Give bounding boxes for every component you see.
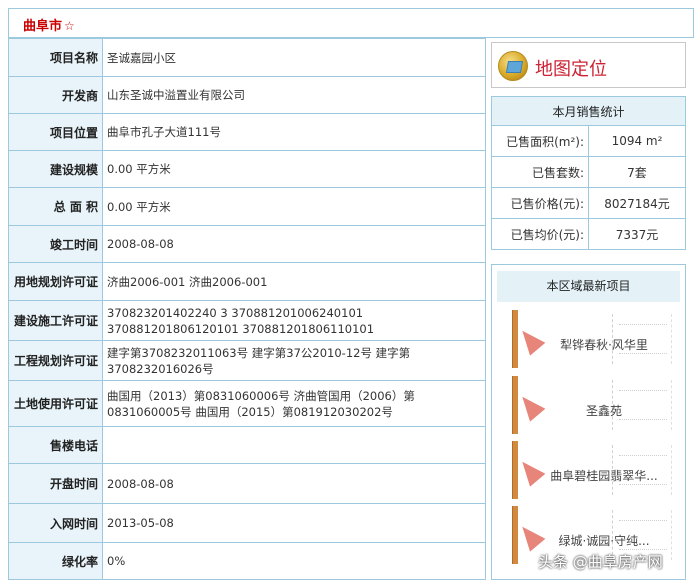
sales-row: 已售均价(元): 7337元 bbox=[491, 218, 686, 250]
detail-row: 开发商 山东圣诚中溢置业有限公司 bbox=[8, 76, 486, 114]
detail-row: 开盘时间 2008-08-08 bbox=[8, 463, 486, 504]
detail-label: 绿化率 bbox=[8, 542, 103, 580]
city-title-bar: 曲阜市 ☆ bbox=[8, 8, 694, 38]
detail-value: 曲阜市孔子大道111号 bbox=[102, 113, 486, 151]
detail-value: 山东圣诚中溢置业有限公司 bbox=[102, 76, 486, 114]
detail-label: 开盘时间 bbox=[8, 463, 103, 504]
project-link[interactable]: 圣鑫苑 bbox=[512, 376, 674, 434]
monthly-sales-table: 本月销售统计 已售面积(m²): 1094 m² 已售套数: 7套 已售价格(元):… bbox=[491, 96, 686, 250]
new-projects-title: 本区域最新项目 bbox=[497, 271, 680, 302]
detail-label: 开发商 bbox=[8, 76, 103, 114]
detail-label: 用地规划许可证 bbox=[8, 262, 103, 301]
sales-key: 已售面积(m²): bbox=[491, 125, 589, 157]
detail-value: 济曲2006-001 济曲2006-001 bbox=[102, 262, 486, 301]
project-name: 曲阜碧桂园翡翠华... bbox=[550, 469, 658, 483]
detail-row: 总 面 积 0.00 平方米 bbox=[8, 187, 486, 226]
detail-label: 入网时间 bbox=[8, 503, 103, 543]
project-link[interactable]: 犁铧春秋·风华里 bbox=[512, 310, 674, 368]
detail-row: 土地使用许可证 曲国用（2013）第0831060006号 济曲管国用（2006）… bbox=[8, 380, 486, 427]
project-detail-table: 项目名称 圣诚嘉园小区 开发商 山东圣诚中溢置业有限公司 项目位置 曲阜市孔子大道11… bbox=[8, 38, 486, 580]
sales-key: 已售套数: bbox=[491, 156, 589, 188]
detail-value: 2008-08-08 bbox=[102, 463, 486, 504]
map-location-button[interactable]: 地图定位 bbox=[491, 42, 686, 88]
detail-value: 0.00 平方米 bbox=[102, 150, 486, 188]
detail-value: 2008-08-08 bbox=[102, 225, 486, 263]
sales-value: 1094 m² bbox=[588, 125, 686, 157]
project-name: 圣鑫苑 bbox=[585, 404, 622, 418]
sales-row: 已售价格(元): 8027184元 bbox=[491, 187, 686, 219]
detail-row: 竣工时间 2008-08-08 bbox=[8, 225, 486, 263]
detail-row: 绿化率 0% bbox=[8, 542, 486, 580]
detail-label: 竣工时间 bbox=[8, 225, 103, 263]
project-link[interactable]: 曲阜碧桂园翡翠华... bbox=[512, 441, 674, 499]
detail-value: 2013-05-08 bbox=[102, 503, 486, 543]
map-location-label: 地图定位 bbox=[535, 59, 607, 80]
detail-value: 圣诚嘉园小区 bbox=[102, 38, 486, 77]
sales-title: 本月销售统计 bbox=[491, 96, 686, 126]
detail-label: 建设施工许可证 bbox=[8, 300, 103, 341]
sales-value: 7337元 bbox=[588, 218, 686, 250]
detail-label: 总 面 积 bbox=[8, 187, 103, 226]
detail-label: 项目名称 bbox=[8, 38, 103, 77]
project-name: 犁铧春秋·风华里 bbox=[560, 338, 648, 352]
sales-row: 已售面积(m²): 1094 m² bbox=[491, 125, 686, 157]
detail-row: 用地规划许可证 济曲2006-001 济曲2006-001 bbox=[8, 262, 486, 301]
detail-label: 工程规划许可证 bbox=[8, 340, 103, 381]
detail-value: 建字第3708232011063号 建字第37公2010-12号 建字第3708… bbox=[102, 340, 486, 381]
sales-value: 7套 bbox=[588, 156, 686, 188]
detail-row: 入网时间 2013-05-08 bbox=[8, 503, 486, 543]
project-name: 绿城·诚园·守纯... bbox=[558, 534, 650, 548]
new-projects-panel: 本区域最新项目 犁铧春秋·风华里 圣鑫苑 曲阜碧桂园翡翠华... 绿城·诚园·守… bbox=[491, 264, 686, 580]
detail-row: 建设规模 0.00 平方米 bbox=[8, 150, 486, 188]
favorite-star-icon[interactable]: ☆ bbox=[64, 19, 75, 33]
detail-label: 售楼电话 bbox=[8, 426, 103, 464]
detail-value: 0% bbox=[102, 542, 486, 580]
sales-value: 8027184元 bbox=[588, 187, 686, 219]
watermark-text: 头条 @曲阜房产网 bbox=[538, 553, 663, 571]
map-icon bbox=[498, 51, 528, 81]
sales-key: 已售价格(元): bbox=[491, 187, 589, 219]
city-name: 曲阜市 ☆ bbox=[23, 19, 75, 34]
detail-value: 曲国用（2013）第0831060006号 济曲管国用（2006）第083106… bbox=[102, 380, 486, 427]
detail-value: 370823201402240 3 370881201006240101 370… bbox=[102, 300, 486, 341]
detail-row: 项目位置 曲阜市孔子大道111号 bbox=[8, 113, 486, 151]
detail-row: 建设施工许可证 370823201402240 3 370881201006240… bbox=[8, 300, 486, 341]
detail-row: 售楼电话 bbox=[8, 426, 486, 464]
detail-label: 项目位置 bbox=[8, 113, 103, 151]
detail-value bbox=[102, 426, 486, 464]
detail-value: 0.00 平方米 bbox=[102, 187, 486, 226]
detail-label: 建设规模 bbox=[8, 150, 103, 188]
detail-row: 工程规划许可证 建字第3708232011063号 建字第37公2010-12号 … bbox=[8, 340, 486, 381]
sales-key: 已售均价(元): bbox=[491, 218, 589, 250]
detail-label: 土地使用许可证 bbox=[8, 380, 103, 427]
detail-row: 项目名称 圣诚嘉园小区 bbox=[8, 38, 486, 77]
sales-row: 已售套数: 7套 bbox=[491, 156, 686, 188]
